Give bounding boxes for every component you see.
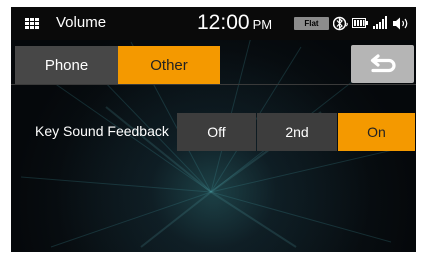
option-2nd-button[interactable]: 2nd [257,113,337,151]
tab-other-label: Other [150,56,188,74]
volume-screen: Volume 12:00 PM Flat Phone Other Key Sou… [11,7,416,252]
option-2nd-label: 2nd [285,124,309,140]
clock: 12:00 PM [197,11,272,35]
tab-phone-label: Phone [44,56,89,74]
tab-divider [11,84,416,85]
back-button[interactable] [351,45,414,83]
signal-strength-icon [373,16,387,29]
status-bar: Volume 12:00 PM Flat [11,7,416,40]
screen-title: Volume [56,14,107,31]
key-sound-feedback-label: Key Sound Feedback [35,123,169,139]
option-off-button[interactable]: Off [177,113,256,151]
battery-icon [352,18,368,28]
option-on-label: On [367,124,386,140]
clock-time: 12:00 [197,11,250,34]
eq-badge: Flat [294,17,329,30]
tab-phone[interactable]: Phone [15,46,118,84]
clock-ampm: PM [252,17,273,32]
option-on-button[interactable]: On [338,113,415,151]
speaker-volume-icon [393,17,408,30]
return-arrow-icon [370,54,396,73]
tab-other[interactable]: Other [118,46,220,84]
grid-menu-icon[interactable] [25,18,39,29]
option-off-label: Off [207,124,226,140]
bluetooth-audio-icon [333,16,348,31]
